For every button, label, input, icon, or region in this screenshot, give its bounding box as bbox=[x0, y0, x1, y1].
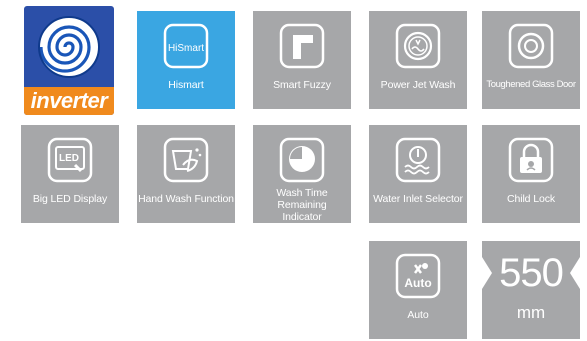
feature-tile-big-led-display[interactable]: LED Big LED Display bbox=[21, 125, 119, 223]
wash-time-icon bbox=[279, 137, 325, 183]
inverter-swirl-icon bbox=[38, 16, 100, 78]
feature-label: Water Inlet Selector bbox=[373, 193, 463, 205]
auto-badge: Auto bbox=[404, 276, 431, 290]
feature-tile-hand-wash-function[interactable]: Hand Wash Function bbox=[137, 125, 235, 223]
water-inlet-icon bbox=[395, 137, 441, 183]
feature-tile-smart-fuzzy[interactable]: Smart Fuzzy bbox=[253, 11, 351, 109]
feature-label: Wash Time Remaining Indicator bbox=[276, 187, 328, 223]
feature-tile-toughened-glass-door[interactable]: Toughened Glass Door bbox=[482, 11, 580, 109]
feature-label: Toughened Glass Door bbox=[486, 79, 576, 90]
auto-icon: Auto bbox=[395, 253, 441, 299]
hismart-badge: HiSmart bbox=[168, 43, 204, 54]
dimension-tile[interactable]: 550 mm bbox=[482, 241, 580, 339]
glass-door-icon bbox=[508, 23, 554, 69]
feature-tile-hismart[interactable]: HiSmart Hismart bbox=[137, 11, 235, 109]
feature-label: Power Jet Wash bbox=[380, 79, 456, 91]
hismart-icon: HiSmart bbox=[163, 23, 209, 69]
power-jet-wash-icon bbox=[395, 23, 441, 69]
feature-tile-auto[interactable]: Auto Auto bbox=[369, 241, 467, 339]
feature-tile-water-inlet-selector[interactable]: Water Inlet Selector bbox=[369, 125, 467, 223]
feature-label: Hismart bbox=[168, 79, 204, 91]
smart-fuzzy-icon bbox=[279, 23, 325, 69]
feature-tile-wash-time-remaining[interactable]: Wash Time Remaining Indicator bbox=[253, 125, 351, 223]
child-lock-icon bbox=[508, 137, 554, 183]
hand-wash-icon bbox=[163, 137, 209, 183]
feature-label: Big LED Display bbox=[32, 193, 108, 205]
feature-label: Child Lock bbox=[506, 193, 556, 205]
feature-label: Hand Wash Function bbox=[138, 193, 234, 205]
feature-tile-power-jet-wash[interactable]: Power Jet Wash bbox=[369, 11, 467, 109]
feature-label: Smart Fuzzy bbox=[273, 79, 331, 91]
led-badge: LED bbox=[59, 153, 79, 164]
inverter-label: inverter bbox=[24, 87, 114, 115]
inverter-logo: inverter bbox=[24, 6, 114, 115]
dimension-unit: mm bbox=[516, 303, 546, 322]
dimension-value: 550 bbox=[499, 251, 564, 295]
feature-tile-child-lock[interactable]: Child Lock bbox=[482, 125, 580, 223]
feature-label: Auto bbox=[407, 309, 429, 321]
led-display-icon: LED bbox=[47, 137, 93, 183]
